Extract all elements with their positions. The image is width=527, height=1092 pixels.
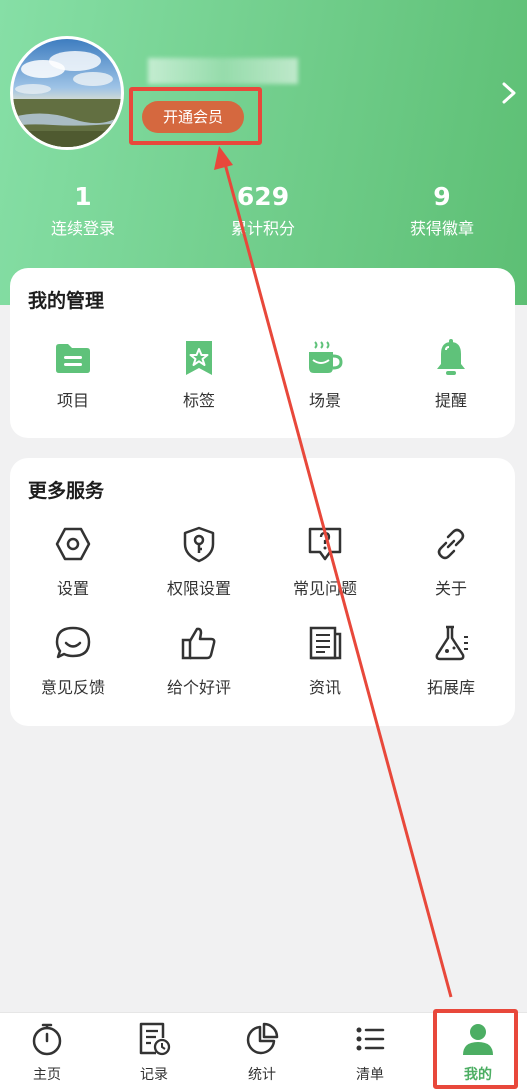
hexagon-settings-icon xyxy=(55,527,91,561)
newspaper-icon xyxy=(309,626,342,660)
service-item-feedback[interactable]: 意见反馈 xyxy=(13,623,133,698)
manage-item-scenes[interactable]: 场景 xyxy=(265,338,385,411)
avatar[interactable] xyxy=(10,36,124,150)
stat-label: 获得徽章 xyxy=(409,219,474,238)
manage-item-tags[interactable]: 标签 xyxy=(139,338,259,411)
services-title: 更多服务 xyxy=(28,480,105,502)
tab-stats[interactable]: 统计 xyxy=(217,1021,307,1084)
services-card: 更多服务 设置 权限设置 常见问题 关于 意见反馈 给个好评 资讯 拓展库 xyxy=(10,458,515,726)
stat-value: 1 xyxy=(74,182,92,211)
chevron-right-icon[interactable] xyxy=(500,80,520,106)
service-item-label: 资讯 xyxy=(308,678,341,697)
smile-chat-icon xyxy=(55,626,91,659)
service-item-label: 常见问题 xyxy=(292,579,357,598)
manage-item-label: 提醒 xyxy=(434,391,467,410)
list-icon xyxy=(356,1027,385,1051)
tab-highlight-box xyxy=(433,1009,518,1089)
service-item-label: 设置 xyxy=(56,579,89,598)
service-item-about[interactable]: 关于 xyxy=(391,524,511,599)
username-blurred xyxy=(148,58,298,84)
stat-value: 9 xyxy=(433,182,451,211)
link-icon xyxy=(437,528,465,560)
tab-label: 主页 xyxy=(33,1067,61,1083)
manage-item-label: 场景 xyxy=(308,391,341,410)
thumbs-up-icon xyxy=(181,627,216,660)
stopwatch-icon xyxy=(32,1023,62,1056)
manage-item-label: 标签 xyxy=(182,391,215,410)
tab-label: 清单 xyxy=(356,1067,384,1083)
stat-badges[interactable]: 9 获得徽章 xyxy=(367,180,517,242)
tab-label: 统计 xyxy=(248,1067,276,1083)
folder-icon xyxy=(56,344,90,373)
coffee-cup-icon xyxy=(309,341,343,373)
flask-icon xyxy=(435,625,468,661)
stat-login-days[interactable]: 1 连续登录 xyxy=(8,180,158,242)
profile-header: 开通会员 1 连续登录 629 累计积分 9 获得徽章 xyxy=(0,0,527,305)
stat-points[interactable]: 629 累计积分 xyxy=(188,180,338,242)
service-item-faq[interactable]: 常见问题 xyxy=(265,524,385,599)
service-item-settings[interactable]: 设置 xyxy=(13,524,133,599)
service-item-permissions[interactable]: 权限设置 xyxy=(139,524,259,599)
stat-value: 629 xyxy=(236,182,290,211)
manage-item-projects[interactable]: 项目 xyxy=(13,338,133,411)
question-bubble-icon xyxy=(308,527,342,561)
service-item-label: 权限设置 xyxy=(166,579,231,598)
service-item-label: 意见反馈 xyxy=(40,678,105,697)
management-title: 我的管理 xyxy=(28,290,105,312)
member-highlight-box xyxy=(129,87,262,145)
tab-records[interactable]: 记录 xyxy=(109,1021,199,1084)
avatar-photo xyxy=(13,51,121,147)
management-card: 我的管理 项目 标签 场景 提醒 xyxy=(10,268,515,438)
service-item-label: 关于 xyxy=(434,579,467,598)
service-item-rate[interactable]: 给个好评 xyxy=(139,623,259,698)
bookmark-star-icon xyxy=(186,341,212,375)
stat-label: 累计积分 xyxy=(230,219,295,238)
service-item-label: 给个好评 xyxy=(166,678,231,697)
tab-list[interactable]: 清单 xyxy=(325,1021,415,1084)
service-item-extensions[interactable]: 拓展库 xyxy=(391,623,511,698)
pie-chart-icon xyxy=(246,1022,279,1055)
shield-key-icon xyxy=(183,526,215,563)
manage-item-reminders[interactable]: 提醒 xyxy=(391,338,511,411)
service-item-news[interactable]: 资讯 xyxy=(265,623,385,698)
bell-icon xyxy=(437,339,465,375)
tab-home[interactable]: 主页 xyxy=(2,1021,92,1084)
service-item-label: 拓展库 xyxy=(426,678,475,697)
tab-label: 记录 xyxy=(140,1067,168,1083)
manage-item-label: 项目 xyxy=(56,391,89,410)
record-clock-icon xyxy=(139,1022,171,1056)
stat-label: 连续登录 xyxy=(50,219,115,238)
